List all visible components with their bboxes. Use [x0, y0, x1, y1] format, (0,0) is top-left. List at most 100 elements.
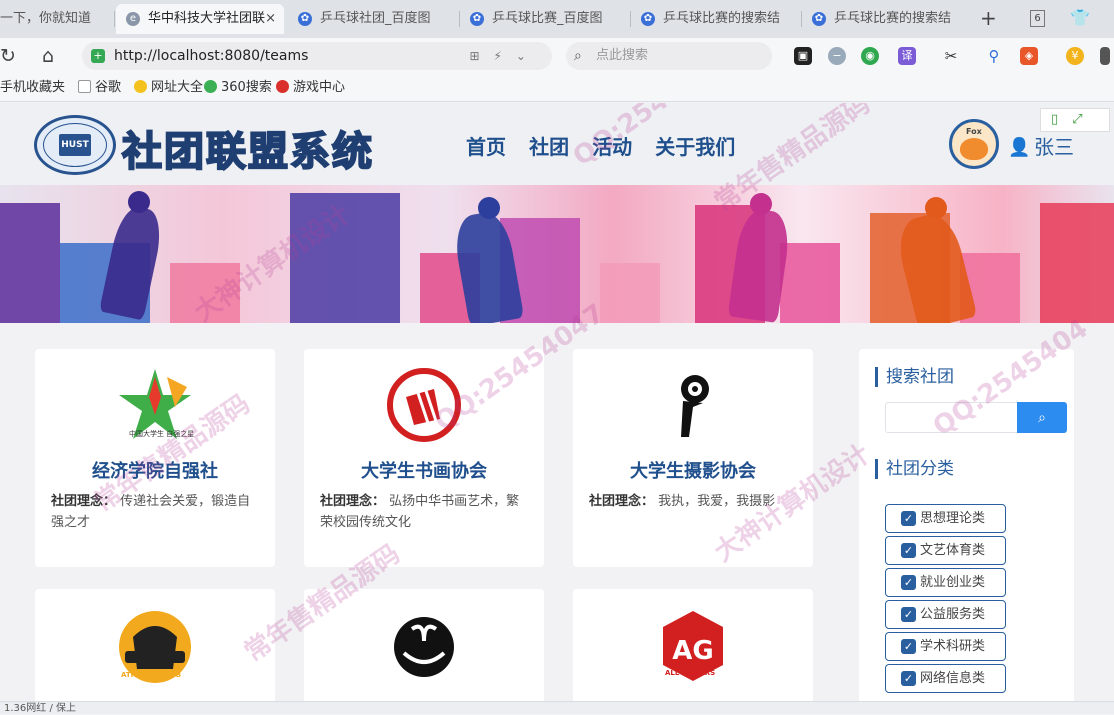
category-checkbox-academic[interactable]: ✓ 学术科研类 — [885, 632, 1006, 661]
nav-activities[interactable]: 活动 — [592, 131, 632, 160]
url-text: http://localhost:8080/teams — [114, 48, 309, 64]
user-settings-icon[interactable]: 👤 — [1008, 137, 1030, 158]
menu-icon[interactable] — [1100, 47, 1110, 65]
category-title: 社团分类 — [875, 459, 954, 479]
avatar[interactable]: Fox — [949, 119, 999, 169]
tab-pingpong-search-1[interactable]: ✿ 乒乓球比赛的搜索结 — [631, 4, 799, 34]
category-checkbox-arts-sports[interactable]: ✓ 文艺体育类 — [885, 536, 1006, 565]
yen-coin-icon[interactable]: ¥ — [1066, 47, 1084, 65]
wechat-icon[interactable]: ◉ — [861, 47, 879, 65]
category-checkbox-career[interactable]: ✓ 就业创业类 — [885, 568, 1006, 597]
translate-icon[interactable]: 译 — [898, 47, 916, 65]
tab-label: 乒乓球比赛_百度图 — [492, 11, 603, 26]
tab-baidu-home[interactable]: 一下，你就知道 — [0, 4, 112, 34]
address-bar[interactable]: + http://localhost:8080/teams ⊞⚡⌄ — [82, 42, 552, 70]
tab-pingpong-match[interactable]: ✿ 乒乓球比赛_百度图 — [460, 4, 628, 34]
svg-text:AG: AG — [672, 636, 713, 666]
checkbox-checked-icon: ✓ — [901, 607, 916, 622]
logo-mark: HUST — [59, 134, 91, 156]
checkbox-checked-icon: ✓ — [901, 575, 916, 590]
hao-icon — [134, 80, 147, 93]
club-card[interactable]: 大学生书画协会 社团理念： 弘扬中华书画艺术，繁荣校园传统文化 — [304, 349, 544, 567]
search-icon: ⌕ — [1038, 409, 1046, 425]
category-checkbox-theory[interactable]: ✓ 思想理论类 — [885, 504, 1006, 533]
university-logo[interactable]: HUST — [34, 115, 116, 175]
category-checkbox-charity[interactable]: ✓ 公益服务类 — [885, 600, 1006, 629]
nav-home[interactable]: 首页 — [466, 131, 506, 160]
runner-head — [750, 193, 772, 215]
game-controller-icon[interactable]: ▣ — [794, 47, 812, 65]
club-search-button[interactable]: ⌕ — [1017, 402, 1067, 433]
club-name[interactable]: 大学生摄影协会 — [573, 457, 813, 483]
magnifier-icon[interactable]: ⚲ — [985, 47, 1003, 65]
club-card[interactable]: 中国大学生 自强之星 经济学院自强社 社团理念： 传递社会关爱，锻造自强之才 — [35, 349, 275, 567]
new-tab-button[interactable]: + — [980, 6, 997, 30]
tab-label: 乒乓球社团_百度图 — [320, 11, 431, 26]
baidu-paw-icon: ✿ — [298, 12, 312, 26]
logo-caption: 中国大学生 自强之星 — [129, 430, 195, 438]
bookmark-label: 谷歌 — [95, 80, 122, 95]
club-idea: 社团理念： 传递社会关爱，锻造自强之才 — [51, 491, 261, 533]
checkbox-checked-icon: ✓ — [901, 543, 916, 558]
club-card[interactable]: ATHLETIC CLUB — [35, 589, 275, 701]
page-corner-tools[interactable]: ▯⤢ — [1040, 108, 1110, 132]
club-card[interactable]: 大学生摄影协会 社团理念： 我执，我爱，我摄影 — [573, 349, 813, 567]
fox-face-icon — [960, 138, 988, 160]
search-club-title: 搜索社团 — [875, 367, 954, 387]
bookmark-mobile[interactable]: 手机收藏夹 — [0, 74, 65, 102]
close-tab-icon[interactable]: × — [265, 4, 276, 34]
club-card[interactable]: AG ALL GAMERS — [573, 589, 813, 701]
home-icon[interactable]: ⌂ — [36, 44, 60, 68]
banner-shape — [290, 193, 400, 323]
ie-icon: e — [126, 12, 140, 26]
bookmarks-bar: 手机收藏夹 谷歌 网址大全 360搜索 游戏中心 — [0, 74, 1114, 102]
checkbox-checked-icon: ✓ — [901, 639, 916, 654]
minus-circle-icon[interactable]: − — [828, 47, 846, 65]
idea-text: 我执，我爱，我摄影 — [658, 494, 776, 509]
idea-label: 社团理念： — [320, 494, 386, 509]
search-placeholder: 点此搜索 — [596, 48, 649, 63]
idea-label: 社团理念： — [589, 494, 655, 509]
shirt-skin-icon[interactable]: 👕 — [1070, 8, 1090, 27]
page-icon — [78, 80, 91, 93]
browser-toolbar: ↻ ⌂ + http://localhost:8080/teams ⊞⚡⌄ ⌕ … — [0, 38, 1114, 74]
bookmark-360[interactable]: 360搜索 — [204, 74, 272, 102]
runner-silhouette — [99, 203, 166, 321]
tab-label: 乒乓球比赛的搜索结 — [663, 11, 781, 26]
nav-clubs[interactable]: 社团 — [529, 131, 569, 160]
baidu-paw-icon: ✿ — [812, 12, 826, 26]
refresh-icon[interactable]: ↻ — [0, 44, 20, 68]
club-card[interactable] — [304, 589, 544, 701]
logo-caption: ATHLETIC CLUB — [121, 671, 182, 679]
club-name[interactable]: 大学生书画协会 — [304, 457, 544, 483]
category-checkbox-network[interactable]: ✓ 网络信息类 — [885, 664, 1006, 693]
secure-shield-icon: + — [91, 49, 105, 63]
page-viewport: HUST 社团联盟系统 首页 社团 活动 关于我们 Fox 👤 张三 ▯⤢ 中国… — [0, 103, 1114, 701]
bookmark-label: 360搜索 — [221, 80, 272, 95]
tab-pingpong-search-2[interactable]: ✿ 乒乓球比赛的搜索结 — [802, 4, 968, 34]
runner-head — [478, 197, 500, 219]
banner-shape — [0, 203, 60, 323]
club-search-input[interactable] — [885, 402, 1017, 433]
category-label: 学术科研类 — [920, 639, 986, 654]
username[interactable]: 张三 — [1034, 131, 1074, 160]
baidu-paw-icon: ✿ — [470, 12, 484, 26]
tab-separator — [114, 11, 115, 27]
browser-status-bar: 1.36网红 / 保上 — [0, 701, 1114, 714]
browser-search-box[interactable]: ⌕ 点此搜索 — [566, 42, 772, 70]
bookmark-google[interactable]: 谷歌 — [78, 74, 121, 102]
nav-about[interactable]: 关于我们 — [655, 131, 735, 160]
scissors-icon[interactable]: ✂ — [942, 47, 960, 65]
camera-logo-icon — [681, 375, 709, 437]
360-icon — [204, 80, 217, 93]
tab-label: 乒乓球比赛的搜索结 — [834, 11, 952, 26]
hero-banner — [0, 185, 1114, 323]
banner-shape — [780, 243, 840, 323]
bookmark-hao123[interactable]: 网址大全 — [134, 74, 203, 102]
bookmark-games[interactable]: 游戏中心 — [276, 74, 345, 102]
tab-count-badge[interactable]: 6 — [1030, 10, 1045, 27]
tab-hust-teams[interactable]: e 华中科技大学社团联 × — [116, 4, 284, 34]
tab-pingpong-club[interactable]: ✿ 乒乓球社团_百度图 — [288, 4, 456, 34]
gamepad-icon[interactable]: ◈ — [1020, 47, 1038, 65]
club-name[interactable]: 经济学院自强社 — [35, 457, 275, 483]
